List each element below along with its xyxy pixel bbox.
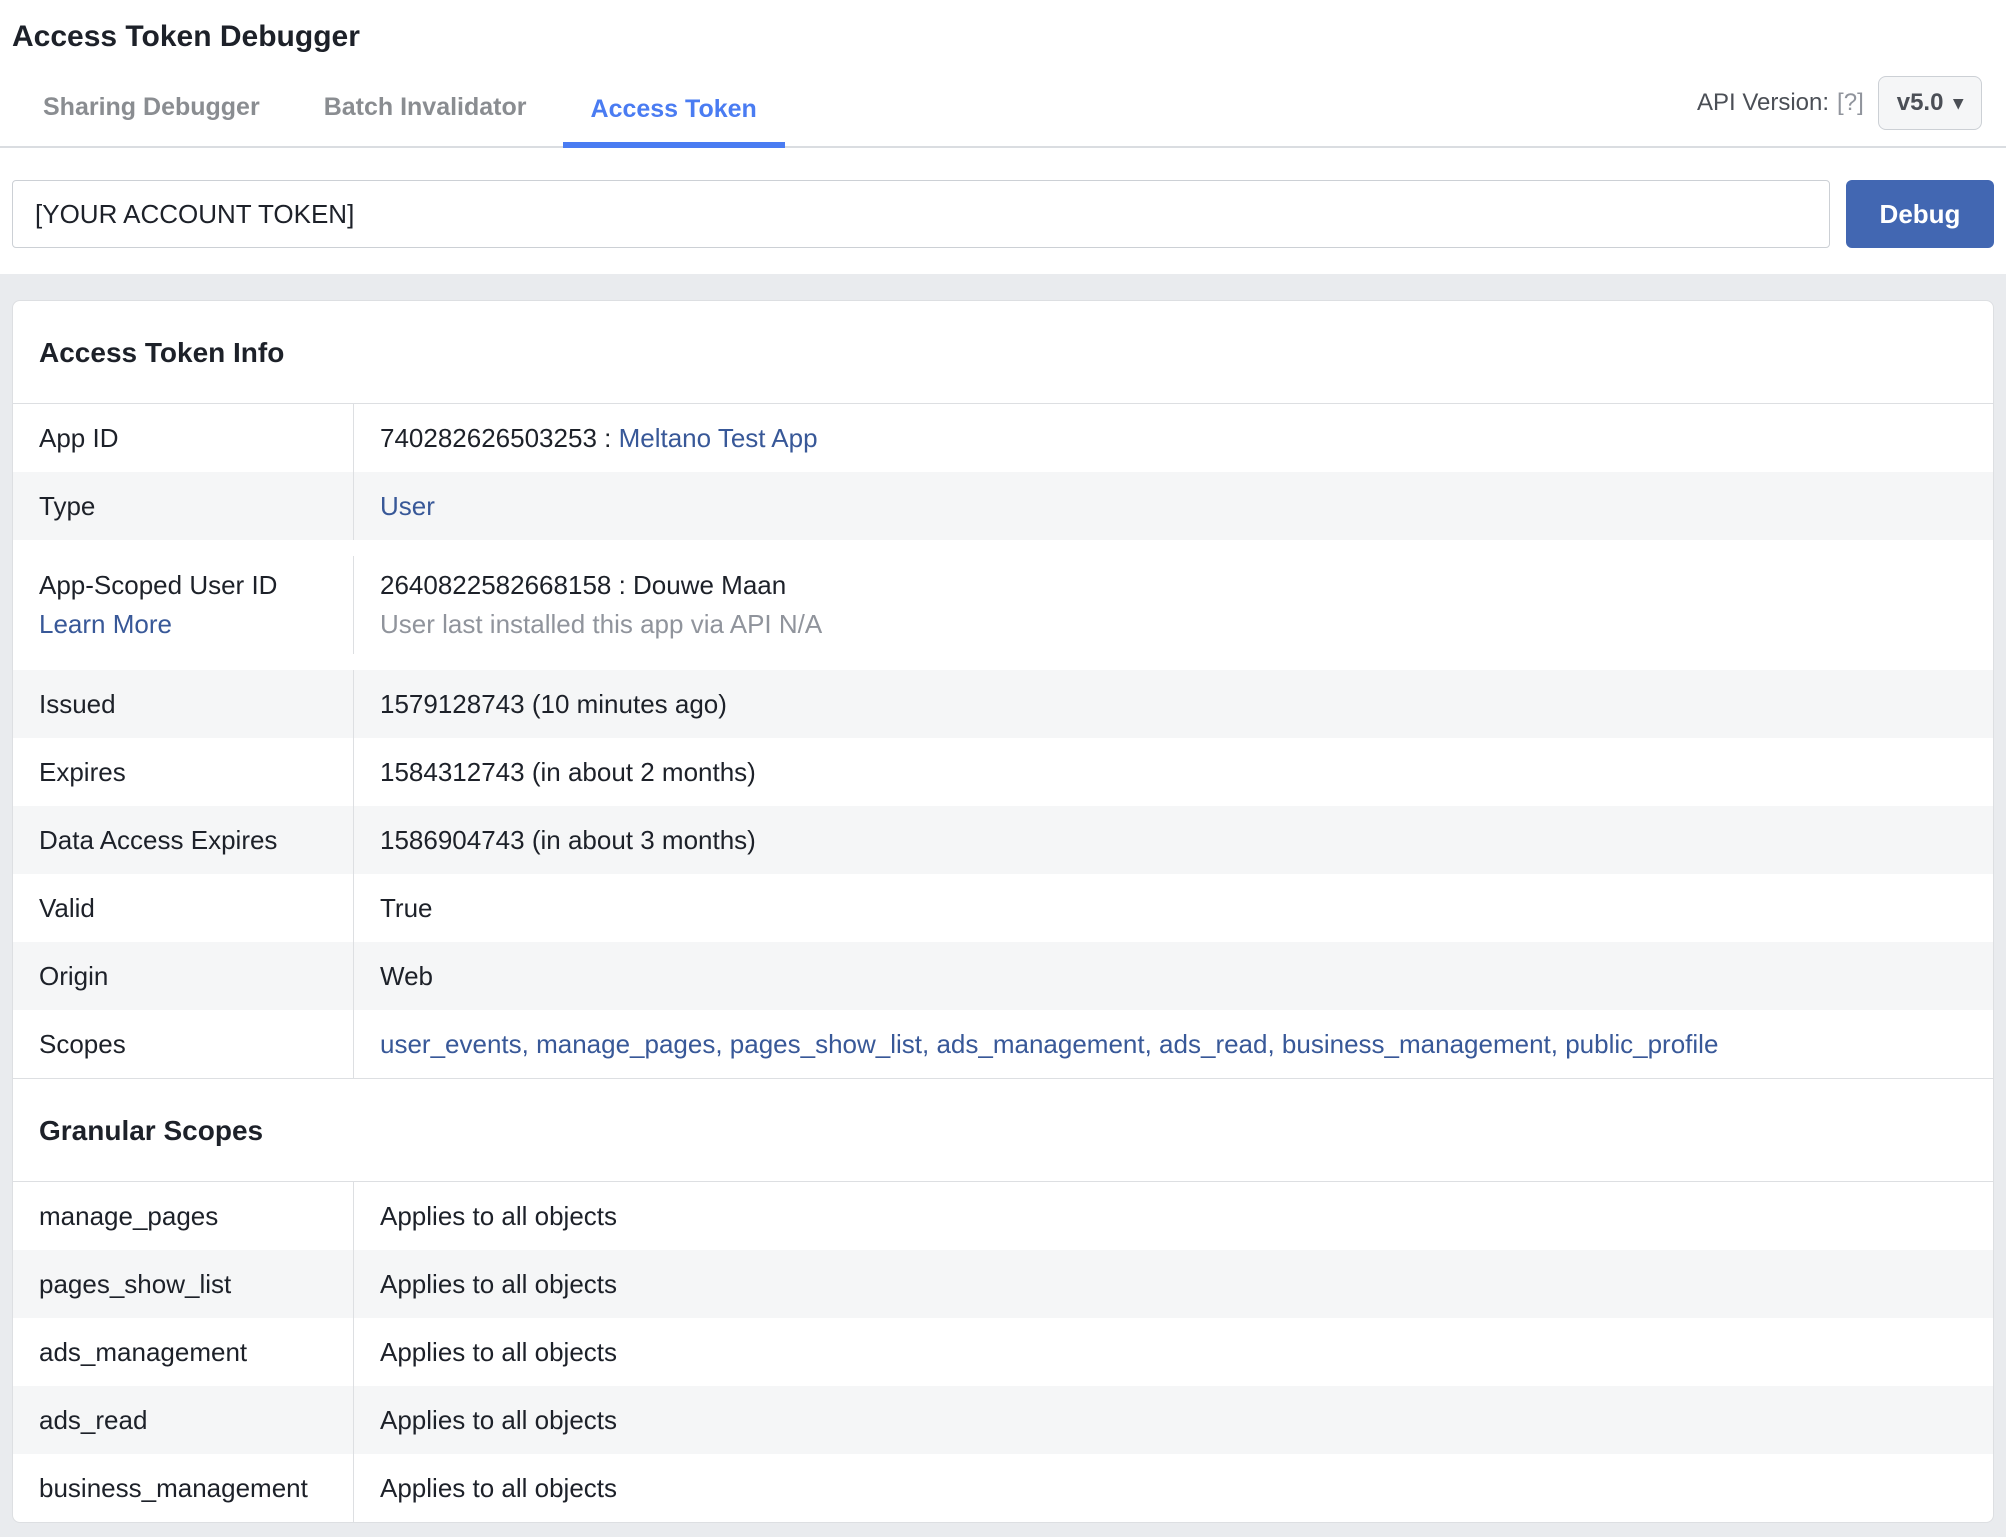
- granular-scopes-heading: Granular Scopes: [13, 1078, 1993, 1182]
- row-label: Data Access Expires: [39, 824, 278, 855]
- results-section: Access Token Info App ID 740282626503253…: [0, 274, 2006, 1537]
- row-value: 1579128743 (10 minutes ago): [353, 670, 1993, 738]
- access-token-input[interactable]: [12, 180, 1830, 248]
- header-section: Access Token Debugger Sharing Debugger B…: [0, 0, 2006, 274]
- row-value: Applies to all objects: [353, 1250, 1993, 1318]
- row-label: Expires: [39, 756, 126, 787]
- granular-scope-value: Applies to all objects: [380, 1472, 618, 1503]
- chevron-down-icon: ▾: [1953, 92, 1963, 114]
- table-row-manage-pages: manage_pages Applies to all objects: [13, 1182, 1993, 1250]
- page-title: Access Token Debugger: [12, 20, 360, 53]
- access-token-info-card: Access Token Info App ID 740282626503253…: [12, 300, 1994, 1523]
- row-value: 1586904743 (in about 3 months): [353, 806, 1993, 874]
- issued-value: 1579128743 (10 minutes ago): [380, 688, 727, 719]
- row-value: True: [353, 874, 1993, 942]
- row-label: Valid: [39, 892, 95, 923]
- granular-scope-value: Applies to all objects: [380, 1404, 618, 1435]
- row-label: manage_pages: [39, 1200, 219, 1231]
- card-heading: Access Token Info: [13, 301, 1993, 404]
- app-name-link[interactable]: Meltano Test App: [619, 423, 818, 453]
- table-row-app-scoped-user-id: App-Scoped User ID Learn More 2640822582…: [13, 540, 1993, 670]
- user-id-value: 2640822582668158 : Douwe Maan: [380, 570, 787, 600]
- row-value: 1584312743 (in about 2 months): [353, 738, 1993, 806]
- row-value: Web: [353, 942, 1993, 1010]
- row-label: ads_read: [39, 1404, 148, 1435]
- granular-scope-value: Applies to all objects: [380, 1200, 618, 1231]
- row-label: App ID: [39, 422, 119, 453]
- table-row-origin: Origin Web: [13, 942, 1993, 1010]
- token-type-link[interactable]: User: [380, 491, 435, 521]
- tab-access-token[interactable]: Access Token: [562, 89, 785, 148]
- api-version-value: v5.0: [1896, 89, 1944, 116]
- row-value: 2640822582668158 : Douwe Maan User last …: [353, 556, 1993, 654]
- granular-scope-value: Applies to all objects: [380, 1268, 618, 1299]
- tab-batch-invalidator[interactable]: Batch Invalidator: [296, 87, 555, 146]
- row-value: Applies to all objects: [353, 1386, 1993, 1454]
- table-row-scopes: Scopes user_events, manage_pages, pages_…: [13, 1010, 1993, 1078]
- row-value: User: [353, 472, 1993, 540]
- row-label: App-Scoped User ID Learn More: [13, 556, 353, 654]
- data-access-expires-value: 1586904743 (in about 3 months): [380, 824, 756, 855]
- row-value: Applies to all objects: [353, 1182, 1993, 1250]
- token-form: Debug: [0, 148, 2006, 274]
- row-label: Issued: [39, 688, 116, 719]
- api-version-label: API Version:: [1696, 89, 1830, 116]
- expires-value: 1584312743 (in about 2 months): [380, 756, 756, 787]
- row-label: Scopes: [39, 1028, 126, 1059]
- row-label: pages_show_list: [39, 1268, 232, 1299]
- row-label: Type: [39, 490, 96, 521]
- table-row-business-management: business_management Applies to all objec…: [13, 1454, 1993, 1522]
- granular-scope-value: Applies to all objects: [380, 1336, 618, 1367]
- row-value: user_events, manage_pages, pages_show_li…: [353, 1010, 1993, 1078]
- row-label: Origin: [39, 960, 109, 991]
- row-label: business_management: [39, 1472, 308, 1503]
- tab-bar: Sharing Debugger Batch Invalidator Acces…: [0, 76, 2006, 148]
- scopes-links[interactable]: user_events, manage_pages, pages_show_li…: [380, 1029, 1967, 1060]
- row-value: Applies to all objects: [353, 1454, 1993, 1522]
- table-row-issued: Issued 1579128743 (10 minutes ago): [13, 670, 1993, 738]
- install-note: User last installed this app via API N/A: [380, 609, 823, 639]
- table-row-expires: Expires 1584312743 (in about 2 months): [13, 738, 1993, 806]
- table-row-app-id: App ID 740282626503253 : Meltano Test Ap…: [13, 404, 1993, 472]
- table-row-valid: Valid True: [13, 874, 1993, 942]
- table-row-data-access-expires: Data Access Expires 1586904743 (in about…: [13, 806, 1993, 874]
- tab-sharing-debugger[interactable]: Sharing Debugger: [15, 87, 288, 146]
- api-version-control: API Version: [?] v5.0 ▾: [1697, 76, 1982, 146]
- table-row-ads-management: ads_management Applies to all objects: [13, 1318, 1993, 1386]
- origin-value: Web: [380, 960, 433, 991]
- row-label-text: App-Scoped User ID: [39, 570, 278, 600]
- app-id-value: 740282626503253 :: [380, 422, 619, 453]
- table-row-type: Type User: [13, 472, 1993, 540]
- table-row-ads-read: ads_read Applies to all objects: [13, 1386, 1993, 1454]
- valid-value: True: [380, 892, 433, 923]
- help-icon[interactable]: [?]: [1837, 89, 1864, 117]
- api-version-dropdown[interactable]: v5.0 ▾: [1877, 76, 1982, 130]
- row-value: Applies to all objects: [353, 1318, 1993, 1386]
- row-label: ads_management: [39, 1336, 248, 1367]
- debug-button[interactable]: Debug: [1846, 180, 1994, 248]
- table-row-pages-show-list: pages_show_list Applies to all objects: [13, 1250, 1993, 1318]
- row-value: 740282626503253 : Meltano Test App: [353, 404, 1993, 472]
- learn-more-link[interactable]: Learn More: [39, 609, 337, 640]
